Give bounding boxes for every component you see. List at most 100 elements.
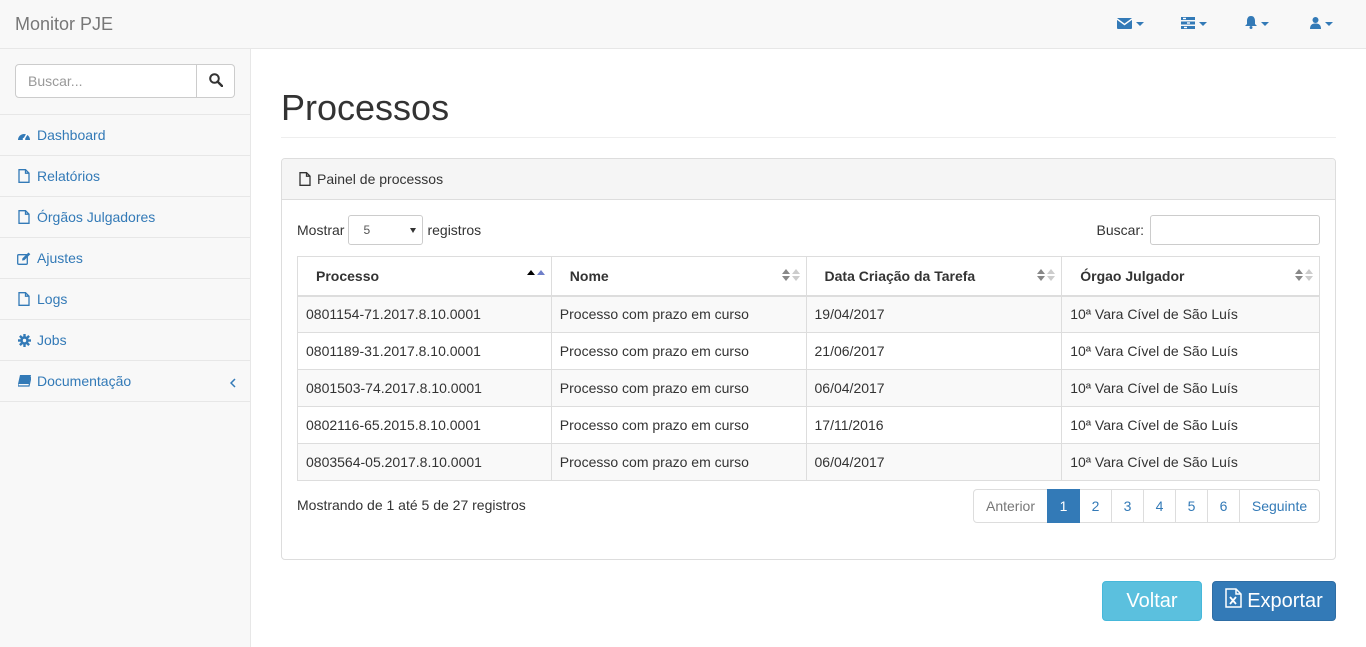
cell-orgao: 10ª Vara Cível de São Luís bbox=[1061, 295, 1320, 333]
sort-both-icon bbox=[1037, 269, 1056, 281]
chevron-down-icon bbox=[1199, 22, 1207, 26]
table-row[interactable]: 0803564-05.2017.8.10.0001 Processo com p… bbox=[297, 443, 1320, 481]
sidebar-item-label: Relatórios bbox=[37, 168, 101, 184]
page-length-select[interactable]: 5 bbox=[348, 215, 424, 245]
cell-data: 19/04/2017 bbox=[805, 295, 1063, 333]
length-prefix: Mostrar bbox=[297, 222, 345, 238]
cell-processo: 0801189-31.2017.8.10.0001 bbox=[297, 332, 552, 370]
cell-nome: Processo com prazo em curso bbox=[550, 406, 807, 444]
pagination: Anterior 1 2 3 4 5 6 Seguinte bbox=[973, 489, 1320, 523]
pagination-page-2[interactable]: 2 bbox=[1079, 489, 1112, 523]
cell-data: 06/04/2017 bbox=[805, 369, 1063, 407]
messages-dropdown[interactable] bbox=[1116, 14, 1144, 34]
sidebar-search-input[interactable] bbox=[15, 64, 197, 98]
panel-heading: Painel de processos bbox=[282, 159, 1335, 200]
cell-nome: Processo com prazo em curso bbox=[550, 443, 807, 481]
panel-heading-text: Painel de processos bbox=[317, 171, 444, 187]
processes-table: Processo Nome Data Criação da Tarefa Órg… bbox=[297, 256, 1320, 481]
sidebar-item-jobs[interactable]: Jobs bbox=[0, 320, 250, 361]
back-button[interactable]: Voltar bbox=[1102, 581, 1202, 621]
column-header-nome[interactable]: Nome bbox=[550, 256, 807, 297]
cell-processo: 0801154-71.2017.8.10.0001 bbox=[297, 295, 552, 333]
pagination-next[interactable]: Seguinte bbox=[1239, 489, 1320, 523]
main-content: Processos Painel de processos Mostrar 5 … bbox=[251, 49, 1366, 647]
back-button-label: Voltar bbox=[1126, 589, 1178, 612]
sidebar-item-label: Dashboard bbox=[37, 127, 106, 143]
table-filter: Buscar: bbox=[1097, 215, 1320, 245]
brand-title[interactable]: Monitor PJE bbox=[15, 14, 113, 35]
alerts-dropdown[interactable] bbox=[1245, 14, 1269, 34]
sidebar-item-label: Ajustes bbox=[37, 250, 83, 266]
bell-icon bbox=[1245, 16, 1257, 32]
user-dropdown[interactable] bbox=[1310, 14, 1333, 34]
sidebar-search bbox=[15, 64, 235, 98]
sort-both-icon bbox=[1295, 269, 1313, 281]
sidebar-item-label: Logs bbox=[37, 291, 68, 307]
edit-icon bbox=[17, 251, 31, 265]
chevron-down-icon bbox=[410, 228, 417, 233]
table-row[interactable]: 0802116-65.2015.8.10.0001 Processo com p… bbox=[297, 406, 1320, 444]
file-icon bbox=[17, 210, 31, 224]
processes-panel: Painel de processos Mostrar 5 registros … bbox=[281, 158, 1336, 560]
sidebar-item-orgaos-julgadores[interactable]: Órgãos Julgadores bbox=[0, 197, 250, 238]
chevron-down-icon bbox=[1136, 22, 1144, 26]
sidebar-item-label: Documentação bbox=[37, 373, 132, 389]
dashboard-icon bbox=[17, 128, 31, 142]
file-icon bbox=[17, 292, 31, 306]
sidebar-item-logs[interactable]: Logs bbox=[0, 279, 250, 320]
export-button[interactable]: Exportar bbox=[1212, 581, 1336, 621]
pagination-page-4[interactable]: 4 bbox=[1143, 489, 1176, 523]
cell-processo: 0802116-65.2015.8.10.0001 bbox=[297, 406, 552, 444]
sidebar-item-dashboard[interactable]: Dashboard bbox=[0, 115, 250, 156]
column-header-data-criacao[interactable]: Data Criação da Tarefa bbox=[805, 256, 1063, 297]
cell-nome: Processo com prazo em curso bbox=[550, 332, 807, 370]
cell-processo: 0803564-05.2017.8.10.0001 bbox=[297, 443, 552, 481]
cell-data: 17/11/2016 bbox=[805, 406, 1063, 444]
cell-nome: Processo com prazo em curso bbox=[550, 295, 807, 333]
sidebar-menu: Dashboard Relatórios Órgãos Julgadores A… bbox=[0, 114, 250, 402]
pagination-page-6[interactable]: 6 bbox=[1207, 489, 1240, 523]
export-button-label: Exportar bbox=[1247, 589, 1323, 612]
page-title: Processos bbox=[281, 87, 450, 128]
cell-data: 06/04/2017 bbox=[805, 443, 1063, 481]
sidebar-item-label: Jobs bbox=[37, 332, 67, 348]
pagination-previous[interactable]: Anterior bbox=[973, 489, 1048, 523]
pagination-page-5[interactable]: 5 bbox=[1175, 489, 1208, 523]
tasks-icon bbox=[1181, 16, 1195, 32]
filter-input[interactable] bbox=[1150, 215, 1320, 245]
pagination-page-3[interactable]: 3 bbox=[1111, 489, 1144, 523]
table-info: Mostrando de 1 até 5 de 27 registros bbox=[297, 497, 526, 513]
sidebar-item-relatorios[interactable]: Relatórios bbox=[0, 156, 250, 197]
length-suffix: registros bbox=[427, 222, 482, 238]
filter-label: Buscar: bbox=[1096, 222, 1144, 238]
file-icon bbox=[299, 172, 311, 186]
envelope-icon bbox=[1116, 16, 1133, 32]
chevron-left-icon bbox=[229, 375, 236, 391]
cell-processo: 0801503-74.2017.8.10.0001 bbox=[297, 369, 552, 407]
user-icon bbox=[1310, 16, 1321, 32]
table-row[interactable]: 0801189-31.2017.8.10.0001 Processo com p… bbox=[297, 332, 1320, 370]
table-row[interactable]: 0801154-71.2017.8.10.0001 Processo com p… bbox=[297, 295, 1320, 333]
sidebar-item-label: Órgãos Julgadores bbox=[37, 209, 156, 225]
cell-orgao: 10ª Vara Cível de São Luís bbox=[1061, 332, 1320, 370]
column-header-orgao-julgador[interactable]: Órgao Julgador bbox=[1061, 256, 1320, 297]
tasks-dropdown[interactable] bbox=[1181, 14, 1207, 34]
table-row[interactable]: 0801503-74.2017.8.10.0001 Processo com p… bbox=[297, 369, 1320, 407]
pagination-page-1[interactable]: 1 bbox=[1047, 489, 1080, 523]
sidebar: Dashboard Relatórios Órgãos Julgadores A… bbox=[0, 49, 251, 647]
sidebar-item-documentacao[interactable]: Documentação bbox=[0, 361, 250, 402]
search-icon bbox=[208, 72, 223, 90]
sidebar-item-ajustes[interactable]: Ajustes bbox=[0, 238, 250, 279]
cell-nome: Processo com prazo em curso bbox=[550, 369, 807, 407]
table-header-row: Processo Nome Data Criação da Tarefa Órg… bbox=[297, 256, 1320, 297]
cell-orgao: 10ª Vara Cível de São Luís bbox=[1061, 369, 1320, 407]
gear-icon bbox=[17, 333, 31, 347]
column-header-processo[interactable]: Processo bbox=[297, 256, 552, 297]
file-icon bbox=[17, 169, 31, 183]
cell-orgao: 10ª Vara Cível de São Luís bbox=[1061, 406, 1320, 444]
sidebar-search-button[interactable] bbox=[197, 64, 235, 98]
cell-data: 21/06/2017 bbox=[805, 332, 1063, 370]
chevron-down-icon bbox=[1325, 22, 1333, 26]
sort-ascending-icon bbox=[526, 269, 545, 275]
top-navbar: Monitor PJE bbox=[0, 0, 1366, 49]
